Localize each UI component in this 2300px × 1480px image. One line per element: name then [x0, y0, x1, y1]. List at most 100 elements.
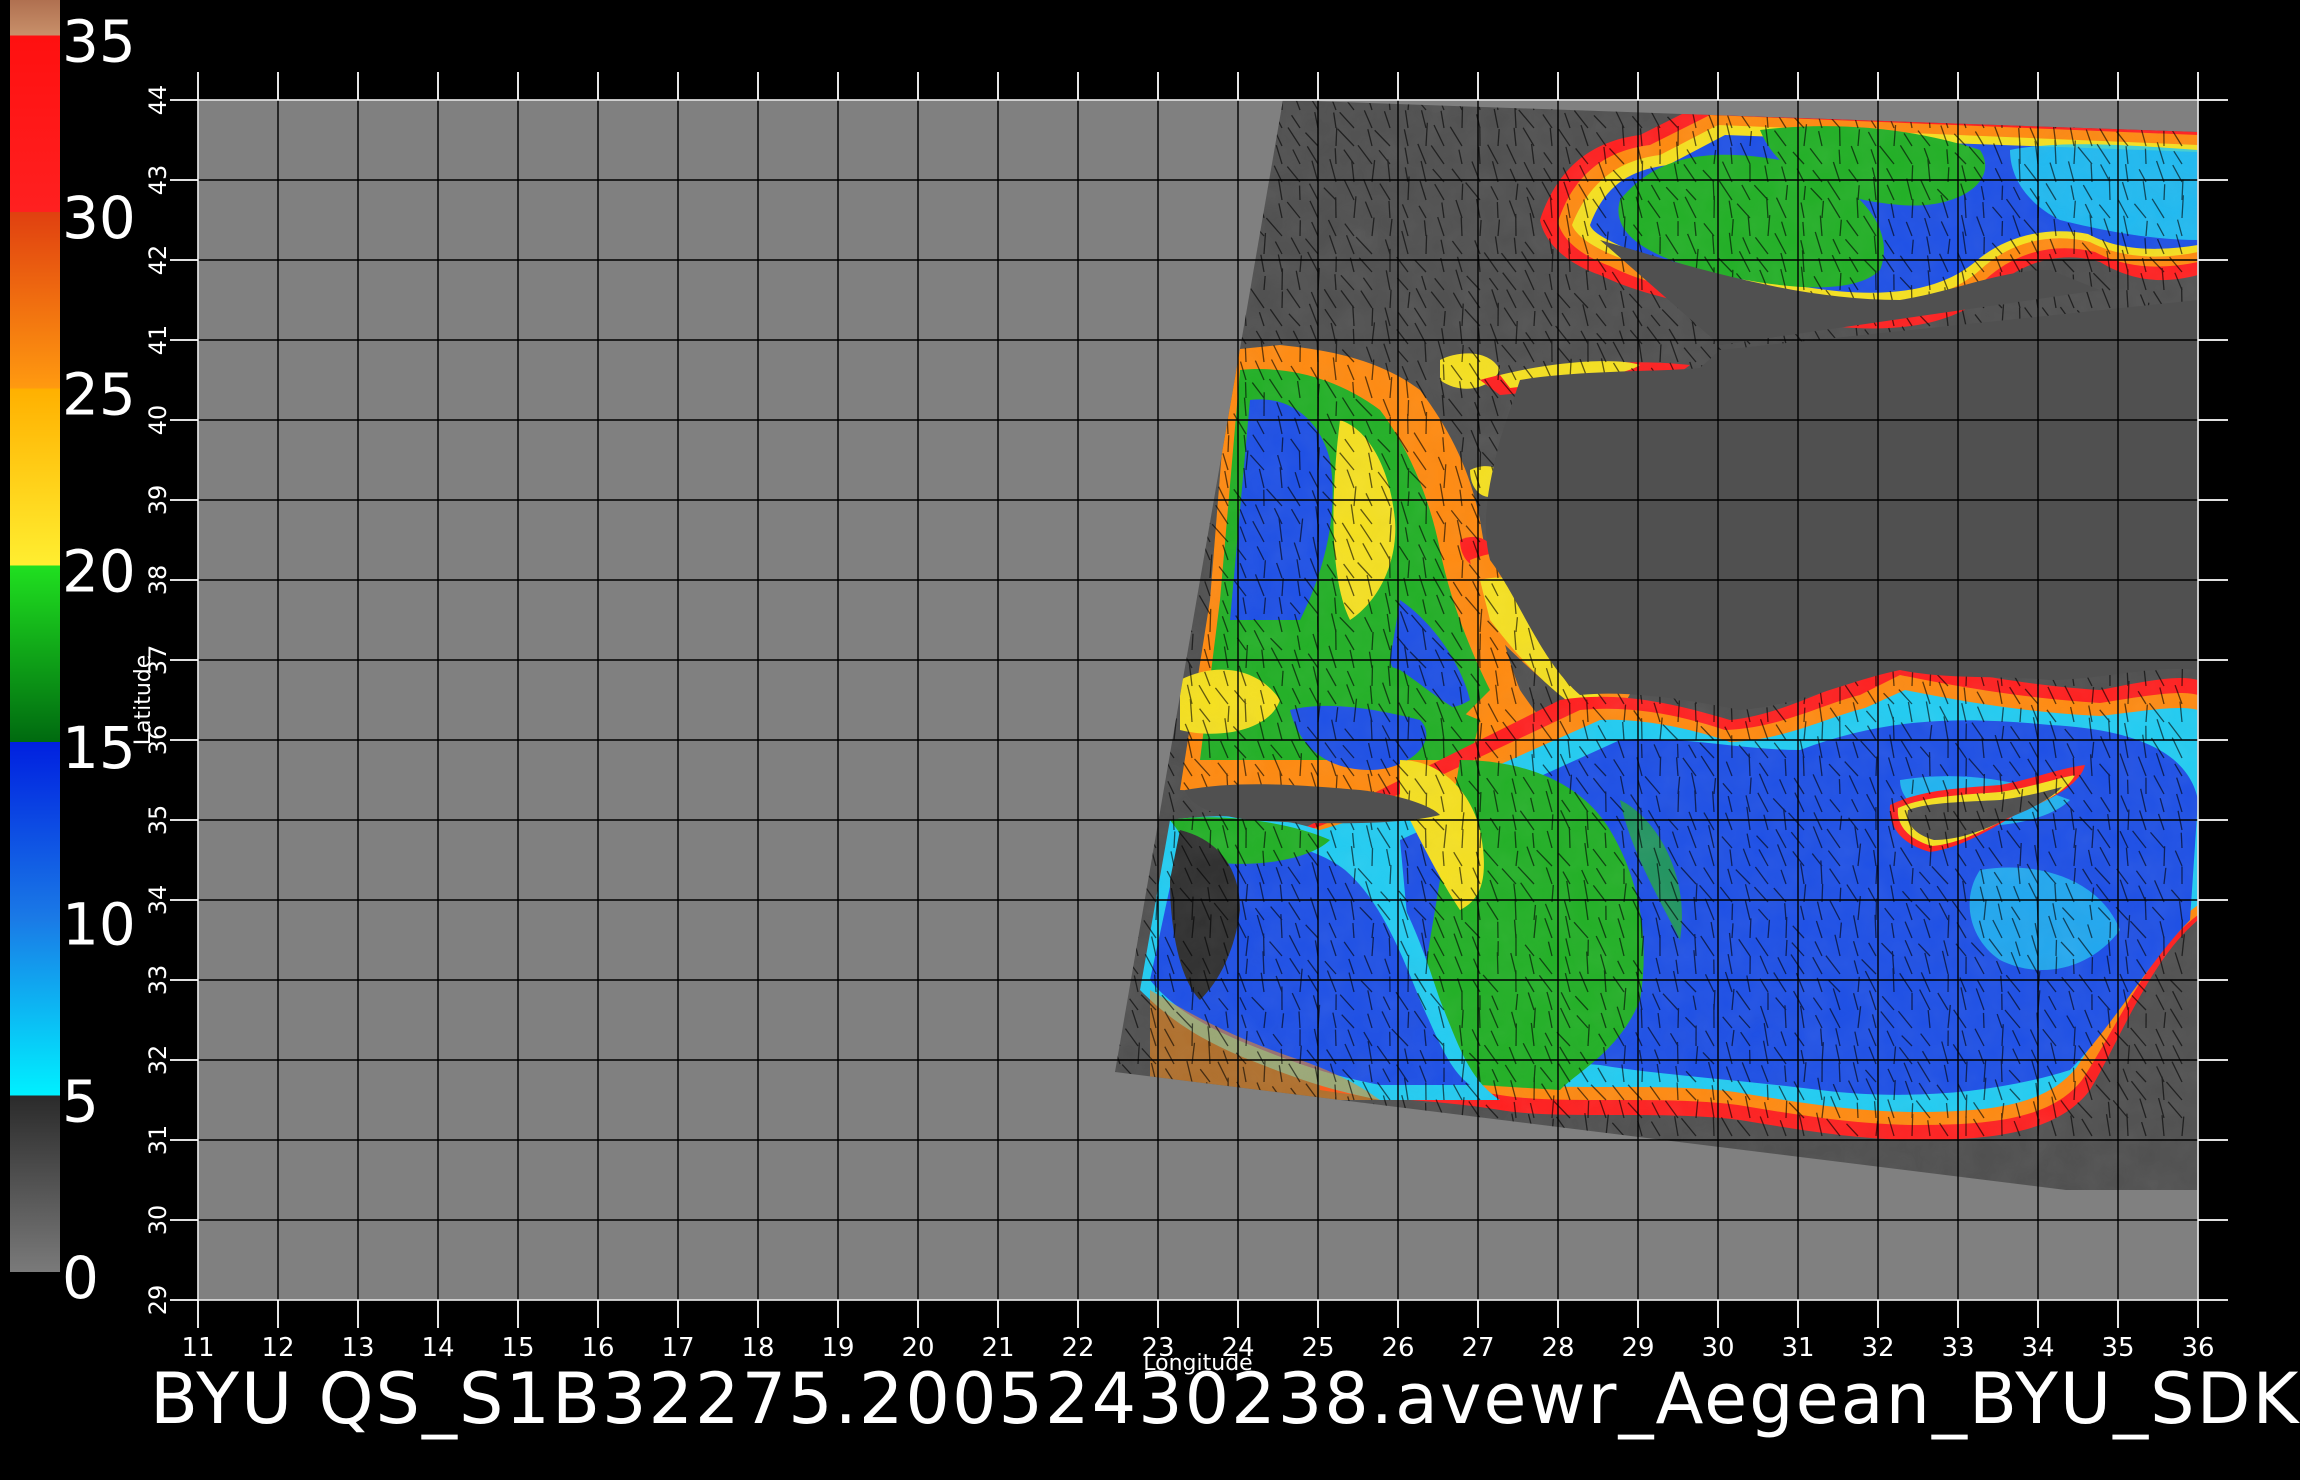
wind-barb	[1389, 865, 1392, 885]
colorbar-labels: 0 5 10 15 20 25 30 35	[62, 7, 136, 1312]
lat-tick-label: 35	[144, 805, 172, 836]
wind-barb	[1406, 867, 1409, 885]
wind-barb	[1388, 937, 1391, 957]
wind-barb	[1280, 1048, 1283, 1065]
y-axis-label: Latitude	[131, 655, 156, 746]
lat-tick-label: 41	[144, 325, 172, 356]
wind-barb	[1694, 702, 1697, 723]
colorbar-tick-label: 5	[62, 1067, 99, 1135]
wind-barb	[1839, 272, 1842, 291]
wind-barb	[1838, 779, 1841, 795]
wind-barb	[1442, 364, 1445, 381]
wind-barb	[1497, 761, 1500, 777]
wind-barb	[1460, 217, 1463, 237]
colorbar-tick-label: 35	[62, 7, 136, 75]
wind-barb	[1281, 437, 1284, 453]
wind-barb	[1821, 883, 1824, 903]
wind-barb	[1335, 401, 1338, 417]
wind-barb	[1334, 1029, 1337, 1047]
wind-barb	[1371, 847, 1374, 867]
wind-barb	[1640, 1008, 1643, 1029]
lat-tick-label: 44	[144, 85, 172, 116]
wind-barb	[1676, 1042, 1679, 1065]
wind-barb	[2127, 1007, 2130, 1029]
wind-barb	[1587, 1100, 1590, 1119]
wind-barb	[1803, 707, 1806, 723]
lat-tick-label: 40	[144, 405, 172, 436]
wind-barb	[2055, 778, 2058, 795]
wind-speed-colorbar	[10, 0, 60, 1272]
wind-barb	[1461, 560, 1464, 579]
wind-barb	[1478, 1007, 1481, 1029]
wind-barb	[1461, 1049, 1464, 1065]
wind-barb	[1335, 127, 1338, 147]
wind-barb	[1173, 831, 1176, 849]
wind-barb	[1407, 1011, 1410, 1029]
wind-barb	[1784, 758, 1787, 777]
wind-barb	[2072, 958, 2075, 975]
wind-barb	[1658, 826, 1661, 849]
wind-barb	[1425, 757, 1428, 777]
wind-barb	[2090, 163, 2093, 183]
wind-barb	[1407, 400, 1410, 417]
wind-barb	[1407, 468, 1410, 489]
wind-barb	[1209, 830, 1212, 849]
wind-barb	[1407, 716, 1410, 741]
wind-barb	[1892, 716, 1895, 741]
colorbar-gradient	[10, 0, 60, 1272]
wind-barb	[1172, 815, 1175, 831]
wind-barb	[1677, 790, 1680, 813]
colorbar-tick-label: 15	[62, 714, 136, 782]
wind-barb	[1640, 918, 1643, 939]
lat-tick-label: 30	[144, 1205, 172, 1236]
colorbar-tick-label: 25	[62, 361, 136, 429]
wind-barb	[2072, 757, 2075, 777]
wind-barb	[1641, 160, 1644, 183]
wind-barb	[1496, 952, 1499, 975]
wind-barb	[1982, 1012, 1985, 1029]
wind-field	[1115, 100, 2198, 1190]
wind-barb	[1281, 100, 1284, 111]
wind-barb	[1874, 914, 1877, 939]
wind-barb	[1335, 338, 1338, 363]
colorbar-tick-label: 0	[62, 1244, 99, 1312]
wind-barb	[1838, 1062, 1841, 1083]
colorbar-tick-label: 30	[62, 184, 136, 252]
wind-barb	[2163, 184, 2166, 201]
wind-barb	[1298, 450, 1301, 471]
wind-barb	[1659, 756, 1662, 777]
wind-barb	[1731, 903, 1734, 921]
wind-barb	[1370, 719, 1373, 741]
wind-barb	[1244, 347, 1247, 363]
wind-barb	[1479, 832, 1482, 849]
wind-barb	[1695, 883, 1698, 903]
lat-tick-label: 43	[144, 165, 172, 196]
wind-barb	[1460, 898, 1463, 921]
wind-barb	[1676, 1082, 1679, 1101]
wind-barb	[2055, 956, 2058, 975]
wind-barb	[1299, 830, 1302, 849]
wind-barb	[1551, 814, 1554, 831]
wind-barb	[1334, 148, 1337, 165]
wind-barb	[1425, 234, 1428, 255]
wind-barb	[1479, 791, 1482, 813]
wind-barb	[1712, 1116, 1715, 1137]
colorbar-tick-label: 20	[62, 537, 136, 605]
wind-barb	[1371, 307, 1374, 327]
wind-barb	[1965, 1094, 1968, 1119]
wind-barb	[1910, 827, 1913, 849]
wind-barb	[2126, 670, 2129, 687]
wind-barb	[1532, 699, 1535, 723]
wind-barb	[2000, 1059, 2003, 1083]
wind-barb	[1838, 149, 1841, 165]
lat-tick-label: 42	[144, 245, 172, 276]
wind-barb	[2163, 846, 2166, 867]
wind-barb	[2018, 158, 2021, 183]
wind-barb	[1875, 756, 1878, 777]
lat-tick-label: 29	[144, 1285, 172, 1316]
wind-barb	[1785, 1100, 1788, 1119]
lat-tick-label: 31	[144, 1125, 172, 1156]
wind-barb	[1911, 1113, 1914, 1137]
wind-barb	[1209, 608, 1212, 633]
wind-barb	[1604, 832, 1607, 849]
